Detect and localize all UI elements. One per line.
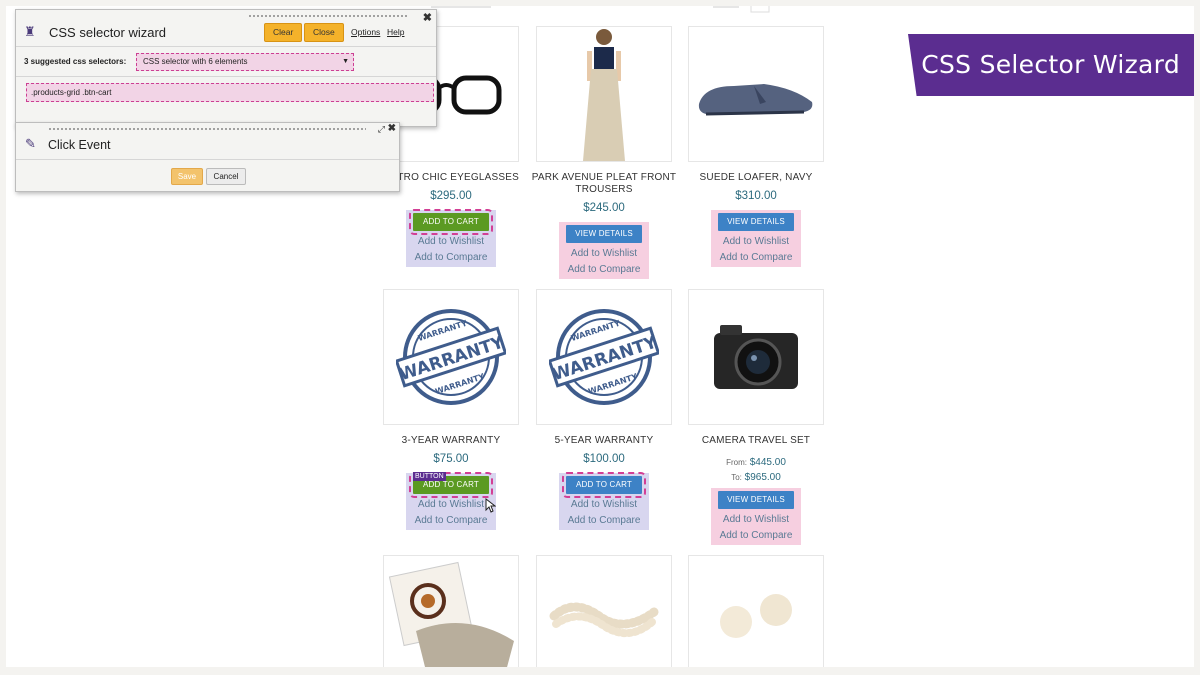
add-to-compare-link[interactable]: Add to Compare	[406, 515, 496, 526]
product-card-camera: CAMERA TRAVEL SET From: $445.00 To: $965…	[681, 289, 825, 545]
product-name[interactable]: CAMERA TRAVEL SET	[681, 435, 825, 447]
mouse-cursor-icon	[485, 498, 496, 513]
from-price: $445.00	[749, 457, 786, 468]
product-image[interactable]: WARRANTY WARRANTY WARRANTY	[536, 289, 672, 425]
save-button[interactable]: Save	[171, 168, 203, 185]
pearl-necklace-image	[549, 602, 659, 637]
product-card-trousers: PARK AVENUE PLEAT FRONT TROUSERS $245.00…	[529, 26, 679, 279]
add-to-cart-button[interactable]: ADD TO CART	[409, 209, 493, 235]
warranty-stamp-image: WARRANTY WARRANTY WARRANTY	[396, 309, 506, 405]
view-details-button[interactable]: VIEW DETAILS	[566, 225, 642, 243]
add-to-compare-link[interactable]: Add to Compare	[559, 264, 649, 275]
product-name[interactable]: PARK AVENUE PLEAT FRONT TROUSERS	[529, 172, 679, 196]
trousers-model-image	[583, 29, 625, 161]
add-to-wishlist-link[interactable]: Add to Wishlist	[559, 499, 649, 510]
product-image[interactable]	[688, 26, 824, 162]
to-price: $965.00	[744, 472, 781, 483]
close-icon[interactable]: ✖	[388, 123, 396, 134]
suggested-selectors-label: 3 suggested css selectors:	[24, 57, 127, 66]
add-to-wishlist-link[interactable]: Add to Wishlist	[406, 236, 496, 247]
expand-icon[interactable]: ⤢	[378, 124, 385, 135]
divider	[16, 159, 399, 160]
product-price: $245.00	[583, 202, 625, 214]
pearl-earrings-image	[720, 594, 792, 638]
css-selector-input[interactable]: .products-grid .btn-cart	[26, 83, 434, 102]
product-price: $310.00	[735, 190, 777, 202]
price-range: From: $445.00 To: $965.00	[681, 455, 825, 485]
close-button[interactable]: Close	[304, 23, 344, 42]
add-to-compare-link[interactable]: Add to Compare	[406, 252, 496, 263]
camera-image	[714, 325, 798, 389]
add-to-wishlist-link[interactable]: Add to Wishlist	[559, 248, 649, 259]
product-actions: ADD TO CART Add to Wishlist Add to Compa…	[406, 472, 496, 530]
product-actions: VIEW DETAILS Add to Wishlist Add to Comp…	[711, 488, 801, 545]
close-icon[interactable]: ✖	[423, 11, 432, 24]
wizard-icon: ♜	[24, 24, 36, 39]
options-link[interactable]: Options	[351, 27, 380, 37]
product-price: $100.00	[583, 453, 625, 465]
wizard-title: CSS selector wizard	[49, 25, 167, 40]
add-to-wishlist-link[interactable]: Add to Wishlist	[406, 499, 496, 510]
product-image[interactable]	[688, 289, 824, 425]
add-to-compare-link[interactable]: Add to Compare	[711, 252, 801, 263]
pillow-throw-image	[388, 561, 514, 667]
click-event-panel: ⤢ ✖ ✎ Click Event Save Cancel	[15, 122, 400, 192]
add-to-cart-button[interactable]: ADD TO CART	[562, 472, 646, 498]
add-to-compare-link[interactable]: Add to Compare	[711, 530, 801, 541]
click-event-title: Click Event	[48, 138, 111, 152]
product-image[interactable]: WARRANTY WARRANTY WARRANTY	[383, 289, 519, 425]
cancel-button[interactable]: Cancel	[206, 168, 246, 185]
product-actions: VIEW DETAILS Add to Wishlist Add to Comp…	[711, 210, 801, 267]
product-actions: ADD TO CART Add to Wishlist Add to Compa…	[559, 472, 649, 530]
banner-title: CSS Selector Wizard	[921, 50, 1180, 79]
product-actions: ADD TO CART Add to Wishlist Add to Compa…	[406, 209, 496, 267]
to-label: To:	[731, 473, 742, 482]
product-name[interactable]: 5-YEAR WARRANTY	[529, 435, 679, 447]
product-card-5-year-warranty: WARRANTY WARRANTY WARRANTY 5-YEAR WARRAN…	[529, 289, 679, 530]
help-link[interactable]: Help	[387, 27, 404, 37]
product-card-loafer: SUEDE LOAFER, NAVY $310.00 VIEW DETAILS …	[681, 26, 825, 267]
add-to-wishlist-link[interactable]: Add to Wishlist	[711, 236, 801, 247]
chevron-down-icon: ▼	[342, 58, 349, 65]
product-name[interactable]: SUEDE LOAFER, NAVY	[681, 172, 825, 184]
product-card-pearl-earrings	[681, 555, 825, 667]
divider	[16, 76, 436, 77]
product-image[interactable]	[688, 555, 824, 667]
pencil-icon: ✎	[25, 136, 36, 151]
selector-dropdown[interactable]: CSS selector with 6 elements ▼	[136, 53, 354, 71]
product-card-3-year-warranty: WARRANTY WARRANTY WARRANTY 3-YEAR WARRAN…	[376, 289, 526, 530]
highlight-element-tag: BUTTON	[413, 472, 446, 481]
product-name[interactable]: 3-YEAR WARRANTY	[376, 435, 526, 447]
warranty-stamp-image: WARRANTY WARRANTY WARRANTY	[549, 309, 659, 405]
view-details-button[interactable]: VIEW DETAILS	[718, 491, 794, 509]
clear-button[interactable]: Clear	[264, 23, 303, 42]
drag-handle[interactable]	[248, 14, 408, 18]
css-selector-wizard: ✖ ♜ CSS selector wizard Clear Close Opti…	[15, 9, 437, 127]
drag-handle[interactable]	[48, 127, 366, 131]
product-image[interactable]	[383, 555, 519, 667]
loafer-image	[698, 84, 812, 116]
side-panel	[825, 6, 1194, 667]
add-to-compare-link[interactable]: Add to Compare	[559, 515, 649, 526]
divider	[16, 46, 436, 47]
product-actions: VIEW DETAILS Add to Wishlist Add to Comp…	[559, 222, 649, 279]
view-details-button[interactable]: VIEW DETAILS	[718, 213, 794, 231]
product-image[interactable]	[536, 555, 672, 667]
title-banner: CSS Selector Wizard	[908, 34, 1194, 96]
product-price: $75.00	[433, 453, 469, 465]
product-card-pearl-necklace	[529, 555, 679, 667]
product-card-pillow	[376, 555, 526, 667]
add-to-wishlist-link[interactable]: Add to Wishlist	[711, 514, 801, 525]
from-label: From:	[726, 458, 747, 467]
product-image[interactable]	[536, 26, 672, 162]
selector-dropdown-value: CSS selector with 6 elements	[143, 57, 248, 66]
